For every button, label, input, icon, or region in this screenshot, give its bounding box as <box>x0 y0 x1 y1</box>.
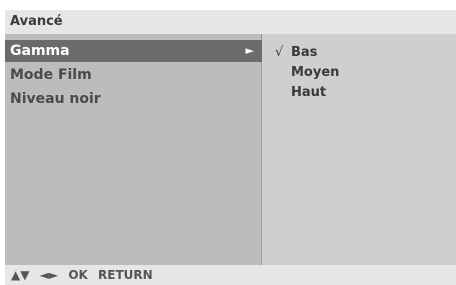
osd-menu: Avancé Gamma ► Mode Film Niveau noir √ Ba… <box>5 10 456 285</box>
left-right-arrows-icon: ◄► <box>39 268 59 282</box>
menu-item-niveau-noir[interactable]: Niveau noir <box>5 88 262 110</box>
up-down-arrows-icon: ▲▼ <box>11 268 30 282</box>
option-label: Bas <box>291 45 318 60</box>
menu-item-mode-film[interactable]: Mode Film <box>5 64 262 86</box>
menu-item-label: Gamma <box>10 43 70 59</box>
option-bas[interactable]: √ Bas <box>275 43 317 63</box>
option-haut[interactable]: Haut <box>275 83 326 103</box>
menu-item-gamma[interactable]: Gamma ► <box>5 40 262 62</box>
option-label: Haut <box>291 85 327 100</box>
menu-title: Avancé <box>5 10 456 34</box>
checkmark-icon: √ <box>275 45 284 60</box>
menu-list: Gamma ► Mode Film Niveau noir <box>5 34 262 265</box>
ok-hint: OK <box>68 268 88 282</box>
arrow-right-icon: ► <box>245 44 254 57</box>
menu-item-label: Niveau noir <box>10 91 101 107</box>
option-label: Moyen <box>291 65 340 80</box>
option-moyen[interactable]: Moyen <box>275 63 339 83</box>
navigation-hint-bar: ▲▼ ◄► OK RETURN <box>5 265 456 285</box>
menu-item-label: Mode Film <box>10 67 92 83</box>
submenu-options: √ Bas Moyen Haut <box>262 34 456 265</box>
return-hint: RETURN <box>98 268 153 282</box>
